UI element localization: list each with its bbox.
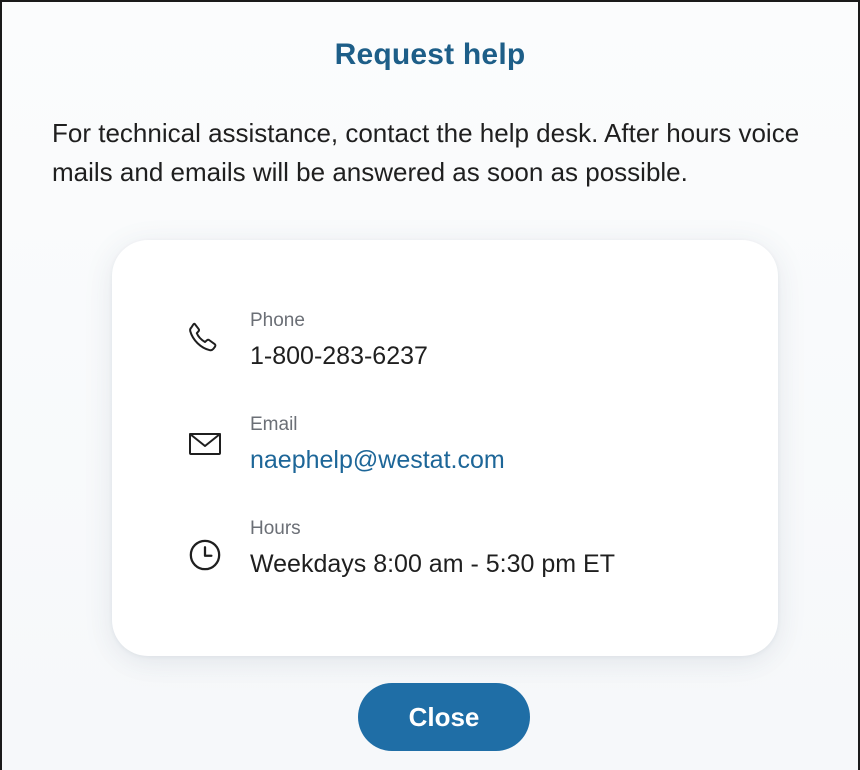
dialog-title: Request help <box>334 38 526 71</box>
email-link[interactable]: naephelp@westat.com <box>250 446 505 475</box>
hours-value: Weekdays 8:00 am - 5:30 pm ET <box>250 550 615 578</box>
phone-label: Phone <box>250 310 305 331</box>
phone-icon <box>186 320 220 354</box>
contact-card: Phone 1-800-283-6237 Email naephelp@west… <box>112 240 778 656</box>
close-button[interactable]: Close <box>358 683 530 751</box>
email-label: Email <box>250 414 298 435</box>
envelope-icon <box>188 430 222 458</box>
dialog-intro-text: For technical assistance, contact the he… <box>52 118 800 187</box>
phone-number: 1-800-283-6237 <box>250 342 428 370</box>
hours-label: Hours <box>250 518 301 539</box>
request-help-dialog: Request help For technical assistance, c… <box>0 0 860 770</box>
clock-icon <box>188 538 222 572</box>
